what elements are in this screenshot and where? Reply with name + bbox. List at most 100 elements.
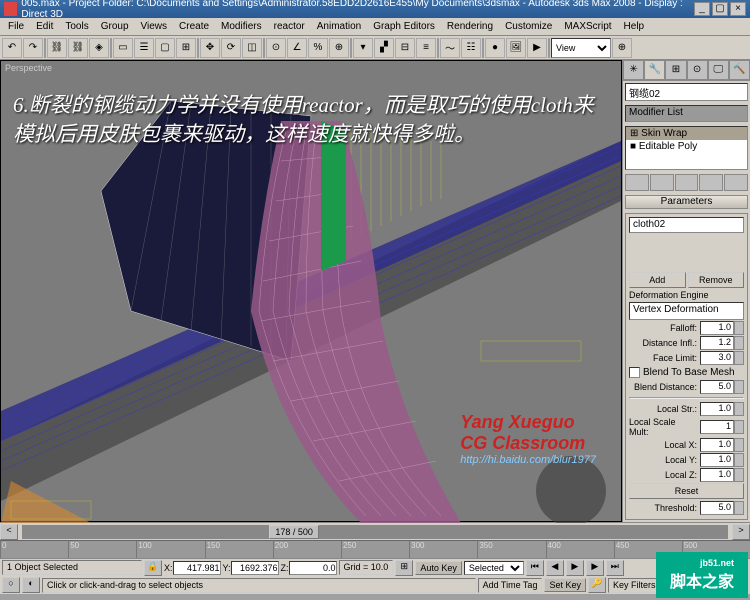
y-coord[interactable] <box>231 561 279 575</box>
menu-create[interactable]: Create <box>173 21 215 32</box>
select-region-button[interactable]: ▢ <box>155 38 175 58</box>
menu-bar: File Edit Tools Group Views Create Modif… <box>0 18 750 36</box>
menu-edit[interactable]: Edit <box>30 21 59 32</box>
prev-frame[interactable]: ◀ <box>546 560 564 576</box>
distance-spinner[interactable]: 1.2 <box>700 336 734 350</box>
pin-stack-button[interactable] <box>625 174 649 191</box>
falloff-spinner[interactable]: 1.0 <box>700 321 734 335</box>
configure-button[interactable] <box>724 174 748 191</box>
remove-mod-button[interactable] <box>699 174 723 191</box>
modifier-stack[interactable]: ⊞ Skin Wrap ■ Editable Poly <box>625 126 748 171</box>
parameters-panel: cloth02 Add Remove Deformation Engine Ve… <box>625 213 748 520</box>
display-tab[interactable]: 🖵 <box>708 60 729 80</box>
x-coord[interactable] <box>173 561 221 575</box>
blend-checkbox[interactable]: Blend To Base Mesh <box>629 367 744 378</box>
schematic-button[interactable]: ☷ <box>461 38 481 58</box>
frame-thumb[interactable]: 178 / 500 <box>269 525 319 539</box>
menu-customize[interactable]: Customize <box>499 21 558 32</box>
link-button[interactable]: ⛓ <box>47 38 67 58</box>
create-tab[interactable]: ✳ <box>623 60 644 80</box>
selection-status: 1 Object Selected <box>2 560 142 575</box>
menu-file[interactable]: File <box>2 21 30 32</box>
angle-snap-button[interactable]: ∠ <box>287 38 307 58</box>
autokey-button[interactable]: Auto Key <box>415 561 462 575</box>
goto-end[interactable]: ⏭ <box>606 560 624 576</box>
close-button[interactable]: × <box>730 2 746 16</box>
scale-button[interactable]: ◫ <box>242 38 262 58</box>
play-button[interactable]: ▶ <box>566 560 584 576</box>
align-button[interactable]: ⊟ <box>395 38 415 58</box>
goto-start[interactable]: ⏮ <box>526 560 544 576</box>
modify-tab[interactable]: 🔧 <box>644 60 665 80</box>
threshold-spinner[interactable]: 5.0 <box>700 501 734 515</box>
minimize-button[interactable]: _ <box>694 2 710 16</box>
facelimit-spinner[interactable]: 3.0 <box>700 351 734 365</box>
keymode-select[interactable]: Selected <box>464 561 524 575</box>
percent-snap-button[interactable]: % <box>308 38 328 58</box>
reset-button[interactable]: Reset <box>629 483 744 499</box>
modifier-list-dropdown[interactable]: Modifier List <box>625 105 748 122</box>
menu-modifiers[interactable]: Modifiers <box>215 21 268 32</box>
named-sel-button[interactable]: ▾ <box>353 38 373 58</box>
deform-engine-dropdown[interactable]: Vertex Deformation <box>629 302 744 320</box>
move-button[interactable]: ✥ <box>200 38 220 58</box>
lock-button[interactable]: 🔒 <box>144 560 162 576</box>
utilities-tab[interactable]: 🔨 <box>729 60 750 80</box>
rotate-button[interactable]: ⟳ <box>221 38 241 58</box>
track-bar[interactable]: 050 100150 200250 300350 400450 500 <box>0 540 750 558</box>
remove-button[interactable]: Remove <box>688 272 745 288</box>
motion-tab[interactable]: ⊙ <box>687 60 708 80</box>
unique-button[interactable] <box>675 174 699 191</box>
center-button[interactable]: ⊕ <box>612 38 632 58</box>
undo-button[interactable]: ↶ <box>2 38 22 58</box>
localstr-spinner[interactable]: 1.0 <box>700 402 734 416</box>
add-button[interactable]: Add <box>629 272 686 288</box>
menu-tools[interactable]: Tools <box>59 21 94 32</box>
next-frame[interactable]: ▶ <box>586 560 604 576</box>
menu-maxscript[interactable]: MAXScript <box>558 21 617 32</box>
localx-spinner[interactable]: 1.0 <box>700 438 734 452</box>
blenddist-spinner[interactable]: 5.0 <box>700 380 734 394</box>
material-button[interactable]: ● <box>485 38 505 58</box>
select-button[interactable]: ▭ <box>113 38 133 58</box>
time-slider[interactable]: < 178 / 500 > <box>0 522 750 540</box>
main-toolbar: ↶ ↷ ⛓ ⛓ ◈ ▭ ☰ ▢ ⊞ ✥ ⟳ ◫ ⊙ ∠ % ⊕ ▾ ▞ ⊟ ≡ … <box>0 36 750 60</box>
select-name-button[interactable]: ☰ <box>134 38 154 58</box>
layers-button[interactable]: ≡ <box>416 38 436 58</box>
unlink-button[interactable]: ⛓ <box>68 38 88 58</box>
mirror-button[interactable]: ▞ <box>374 38 394 58</box>
z-coord[interactable] <box>289 561 337 575</box>
show-result-button[interactable] <box>650 174 674 191</box>
cloth-object-field[interactable]: cloth02 <box>629 217 744 233</box>
maximize-button[interactable]: ▢ <box>712 2 728 16</box>
localz-spinner[interactable]: 1.0 <box>700 468 734 482</box>
reference-coord[interactable]: View <box>551 38 611 58</box>
snap-button[interactable]: ⊙ <box>266 38 286 58</box>
bind-button[interactable]: ◈ <box>89 38 109 58</box>
redo-button[interactable]: ↷ <box>23 38 43 58</box>
menu-reactor[interactable]: reactor <box>268 21 311 32</box>
localmult-spinner[interactable]: 1 <box>700 420 734 434</box>
localy-spinner[interactable]: 1.0 <box>700 453 734 467</box>
viewport[interactable]: Perspective 6.断裂的钢缆动力学并没有使用reactor，而是取巧的… <box>0 60 622 522</box>
render-scene-button[interactable]: 🖼 <box>506 38 526 58</box>
mod-editablepoly[interactable]: ■ Editable Poly <box>626 140 747 153</box>
curve-editor-button[interactable]: 〜 <box>440 38 460 58</box>
window-crossing-button[interactable]: ⊞ <box>176 38 196 58</box>
menu-group[interactable]: Group <box>95 21 135 32</box>
mod-skinwrap[interactable]: ⊞ Skin Wrap <box>626 127 747 140</box>
time-tag[interactable]: Add Time Tag <box>478 578 543 593</box>
hierarchy-tab[interactable]: ⊞ <box>665 60 686 80</box>
menu-rendering[interactable]: Rendering <box>441 21 499 32</box>
menu-help[interactable]: Help <box>618 21 651 32</box>
spinner-snap-button[interactable]: ⊕ <box>329 38 349 58</box>
render-button[interactable]: ▶ <box>527 38 547 58</box>
setkey-button[interactable]: Set Key <box>544 578 586 592</box>
object-name-field[interactable]: 钢缆02 <box>625 83 748 101</box>
menu-views[interactable]: Views <box>135 21 174 32</box>
menu-animation[interactable]: Animation <box>311 21 367 32</box>
time-config-button[interactable]: < <box>0 524 18 540</box>
menu-grapheditors[interactable]: Graph Editors <box>367 21 441 32</box>
parameters-rollout[interactable]: Parameters <box>625 195 748 209</box>
key-button[interactable]: 🔑 <box>588 577 606 593</box>
